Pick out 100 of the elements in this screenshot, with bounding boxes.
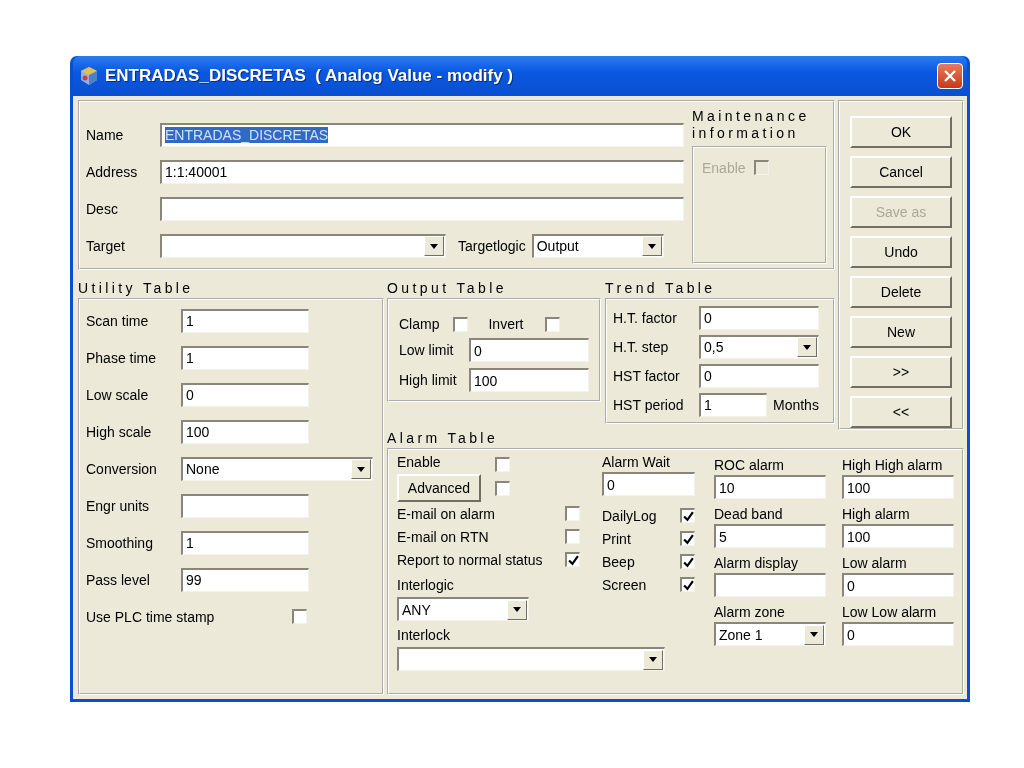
text-field[interactable]: 0 [602, 472, 695, 496]
field-label: Alarm Wait [602, 454, 671, 470]
dropdown[interactable]: 0,5 [699, 334, 819, 359]
dialog-button[interactable]: Undo [850, 236, 952, 268]
dialog-button[interactable]: >> [850, 356, 952, 388]
field-label: Pass level [86, 571, 151, 588]
checkbox[interactable] [680, 577, 695, 592]
checkbox-label: DailyLog [602, 507, 658, 524]
field-label: Target [86, 237, 126, 254]
dropdown[interactable] [160, 233, 446, 258]
field-label: Use PLC time stamp [86, 608, 216, 625]
field-label: Alarm display [714, 554, 800, 573]
text-field[interactable]: 100 [842, 524, 954, 548]
dialog-button[interactable]: Delete [850, 276, 952, 308]
field-label: Name [86, 126, 125, 143]
dropdown[interactable]: Zone 1 [714, 622, 826, 646]
text-field[interactable]: 10 [714, 475, 826, 499]
text-field[interactable] [160, 196, 684, 221]
text-field[interactable]: 1 [181, 530, 309, 555]
text-field[interactable]: 0 [181, 382, 309, 407]
text-field[interactable]: 0 [842, 573, 954, 597]
field-label: Dead band [714, 505, 784, 524]
text-field[interactable]: 1:1:40001 [160, 159, 684, 184]
text-field[interactable] [714, 573, 826, 597]
text-field[interactable]: 100 [469, 368, 589, 392]
field-label: Interlock [397, 626, 451, 645]
dropdown[interactable]: ANY [397, 597, 529, 621]
section-title: Utility Table [78, 280, 195, 296]
checkbox[interactable] [680, 531, 695, 546]
caret-icon [803, 344, 811, 350]
text-field[interactable]: 0 [469, 338, 589, 362]
checkbox-label: Enable [702, 160, 746, 176]
field-label: Desc [86, 200, 119, 217]
checkbox[interactable] [453, 316, 469, 332]
checkbox[interactable] [680, 554, 695, 569]
field-label: ROC alarm [714, 456, 785, 475]
text-field[interactable]: 1 [181, 308, 309, 333]
field-label: Alarm zone [714, 603, 786, 622]
checkbox[interactable] [565, 506, 580, 521]
field-label: Conversion [86, 460, 158, 477]
caret-icon [810, 632, 818, 637]
field-label: Address [86, 163, 139, 180]
text-field[interactable]: 1 [181, 345, 309, 370]
checkbox[interactable] [292, 609, 307, 624]
dialog-button[interactable]: Cancel [850, 156, 952, 188]
checkbox-label: Beep [602, 553, 636, 570]
checkbox[interactable] [565, 552, 580, 567]
caret-icon [647, 243, 656, 249]
advanced-button[interactable]: Advanced [397, 474, 481, 502]
section-title: Trend Table [605, 280, 717, 296]
checkbox-label: E-mail on RTN [397, 528, 490, 545]
text-field[interactable]: ENTRADAS_DISCRETAS [160, 122, 684, 147]
section-title: Maintenance information [692, 108, 811, 142]
field-label: High High alarm [842, 456, 944, 475]
field-label: High scale [86, 423, 153, 440]
window-title: ENTRADAS_DISCRETAS ( Analog Value - modify ) [105, 66, 515, 86]
dropdown[interactable]: None [181, 456, 373, 481]
caret-icon [357, 466, 365, 472]
dialog-button[interactable]: OK [850, 116, 952, 148]
field-label: Interlogic [397, 576, 455, 595]
checkbox-label: Screen [602, 576, 648, 593]
field-label: Low alarm [842, 554, 908, 573]
text-field[interactable]: 100 [181, 419, 309, 444]
text-field[interactable]: 0 [842, 622, 954, 646]
checkbox[interactable] [545, 316, 561, 332]
text-field[interactable]: 100 [842, 475, 954, 499]
checkbox[interactable] [495, 456, 510, 472]
text-field[interactable]: 0 [699, 363, 819, 388]
dialog-button[interactable]: New [850, 316, 952, 348]
section-title: Output Table [387, 280, 508, 296]
cube-icon [79, 66, 99, 86]
checkbox[interactable] [565, 529, 580, 544]
field-label: H.T. step [613, 338, 670, 355]
text-field[interactable]: 1 [699, 392, 767, 417]
text-field[interactable]: 5 [714, 524, 826, 548]
checkbox-label: E-mail on alarm [397, 505, 497, 522]
checkbox[interactable] [495, 480, 510, 496]
field-label: High limit [399, 372, 458, 388]
field-label: Low limit [399, 342, 455, 358]
dialog-button[interactable]: << [850, 396, 952, 428]
dropdown[interactable] [397, 647, 665, 671]
field-label: Smoothing [86, 534, 154, 551]
checkbox[interactable] [680, 508, 695, 523]
field-label: Engr units [86, 497, 151, 514]
checkbox-label: Enable [397, 454, 442, 470]
checkbox-label: Print [602, 530, 632, 547]
dropdown[interactable]: Output [531, 233, 664, 258]
field-label: High alarm [842, 505, 911, 524]
text-field[interactable]: 0 [699, 305, 819, 330]
checkbox-label: Report to normal status [397, 551, 544, 568]
text-field[interactable]: 99 [181, 567, 309, 592]
field-label: Low scale [86, 386, 150, 403]
close-icon [944, 70, 956, 82]
field-label: Low Low alarm [842, 603, 938, 622]
close-button[interactable] [937, 63, 963, 89]
section-title: Alarm Table [387, 430, 500, 446]
caret-icon [649, 657, 657, 662]
field-label: H.T. factor [613, 309, 678, 326]
text-field[interactable] [181, 493, 309, 518]
checkbox-label: Clamp [399, 316, 440, 332]
